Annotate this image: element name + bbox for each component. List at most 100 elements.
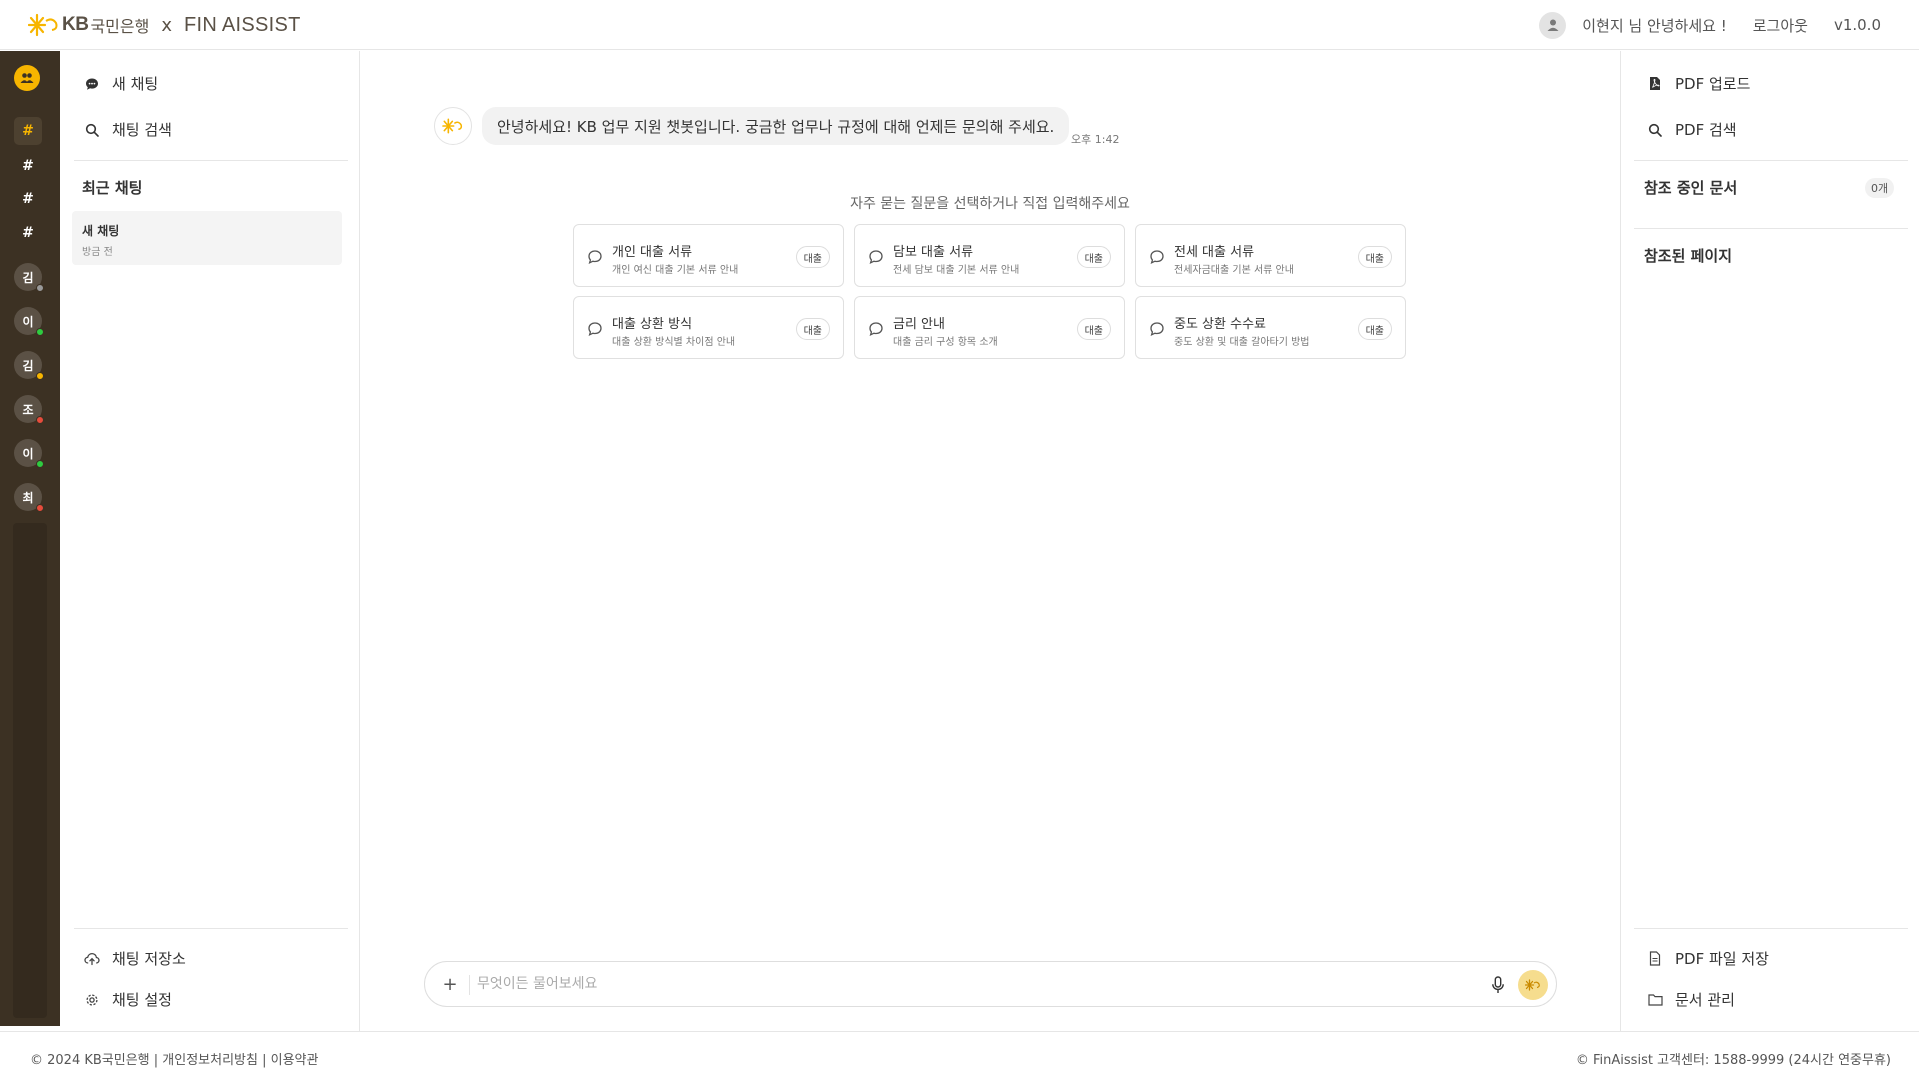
app-logo[interactable]: KB 국민은행 x FIN AISSIST	[28, 12, 301, 38]
rail-user-avatar[interactable]: 이	[14, 307, 44, 336]
presence-status-dot	[36, 460, 44, 468]
faq-title: 전세 대출 서류	[1174, 245, 1255, 260]
rail-user-avatar[interactable]: 이	[14, 439, 44, 468]
rail-user-avatar[interactable]: 김	[14, 263, 44, 292]
search-chat-label: 채팅 검색	[112, 121, 172, 139]
rail-user-initial: 김	[22, 270, 34, 285]
rail-user-initial: 이	[22, 314, 34, 329]
user-greeting: 이현지 님 안녕하세요 !	[1582, 16, 1727, 35]
right-divider-1	[1634, 160, 1908, 161]
faq-card[interactable]: 금리 안내대출 금리 구성 항목 소개 대출	[854, 296, 1125, 359]
new-chat-label: 새 채팅	[112, 75, 159, 93]
channel-hash-2[interactable]: #	[14, 152, 42, 180]
left-divider-top	[74, 160, 348, 161]
rail-user-initial: 최	[22, 490, 34, 505]
channel-hash-4[interactable]: #	[14, 219, 42, 247]
rail-user-initial: 조	[22, 402, 34, 417]
logo-x-text: x	[161, 14, 172, 36]
faq-category-tag: 대출	[1076, 318, 1111, 340]
faq-card[interactable]: 중도 상환 수수료 중도 상환 및 대출 갈아타기 방법 대출	[1135, 296, 1406, 359]
pdf-search-button[interactable]: PDF 검색	[1647, 119, 1737, 140]
rail-user-avatar[interactable]: 최	[14, 483, 44, 512]
microphone-icon[interactable]	[1487, 973, 1509, 997]
rail-user-avatar[interactable]: 조	[14, 395, 44, 424]
chat-bubble-outline-icon	[869, 322, 883, 336]
faq-subtitle: 전세자금대출 기본 서류 안내	[1174, 265, 1294, 276]
chat-storage-button[interactable]: 채팅 저장소	[84, 948, 186, 969]
faq-subtitle: 중도 상환 및 대출 갈아타기 방법	[1174, 337, 1310, 348]
rail-user-avatar[interactable]: 김	[14, 351, 44, 380]
faq-prompt: 자주 묻는 질문을 선택하거나 직접 입력해주세요	[850, 196, 1130, 212]
rail-user-initial: 김	[22, 358, 34, 373]
search-icon	[84, 122, 100, 138]
new-chat-button[interactable]: 새 채팅	[84, 73, 158, 94]
search-chat-button[interactable]: 채팅 검색	[84, 119, 172, 140]
presence-status-dot	[36, 504, 44, 512]
pdf-save-label: PDF 파일 저장	[1675, 950, 1769, 968]
footer-separator: |	[257, 1053, 271, 1068]
presence-status-dot	[36, 284, 44, 292]
user-avatar-icon[interactable]	[1539, 11, 1567, 39]
rail-user-initial: 이	[22, 446, 34, 461]
logo-kb-text: KB	[62, 14, 89, 35]
version-label: v1.0.0	[1833, 16, 1881, 34]
pdf-file-icon	[1647, 76, 1663, 92]
message-composer: +	[424, 961, 1557, 1007]
message-input[interactable]	[477, 971, 1477, 997]
right-sidebar: PDF 업로드 PDF 검색 참조 중인 문서 0개 참조된 페이지 PDF 파…	[1620, 51, 1919, 1031]
faq-category-tag: 대출	[795, 246, 830, 268]
faq-title: 금리 안내	[893, 317, 945, 332]
faq-subtitle: 전세 담보 대출 기본 서류 안내	[893, 265, 1020, 276]
faq-subtitle: 개인 여신 대출 기본 서류 안내	[612, 265, 739, 276]
pdf-upload-button[interactable]: PDF 업로드	[1647, 73, 1750, 94]
user-area: 이현지 님 안녕하세요 ! 로그아웃 v1.0.0	[1539, 11, 1881, 39]
logout-button[interactable]: 로그아웃	[1753, 15, 1808, 36]
right-divider-2	[1634, 228, 1908, 229]
recent-chat-time: 방금 전	[82, 247, 113, 258]
cloud-upload-icon	[84, 951, 100, 967]
kb-star-icon	[28, 13, 58, 37]
chat-bubble-outline-icon	[588, 250, 602, 264]
channel-hash-3[interactable]: #	[14, 185, 42, 213]
app-header: KB 국민은행 x FIN AISSIST 이현지 님 안녕하세요 ! 로그아웃…	[0, 0, 1919, 50]
faq-category-tag: 대출	[1357, 318, 1392, 340]
doc-manage-label: 문서 관리	[1675, 991, 1735, 1009]
footer-copyright: © 2024 KB국민은행	[30, 1053, 150, 1068]
faq-card[interactable]: 개인 대출 서류 개인 여신 대출 기본 서류 안내 대출	[573, 224, 844, 287]
chat-bubble-outline-icon	[588, 322, 602, 336]
recent-chat-title: 새 채팅	[82, 224, 120, 238]
presence-status-dot	[36, 328, 44, 336]
logo-product-text: FIN AISSIST	[184, 13, 301, 36]
faq-card[interactable]: 전세 대출 서류 전세자금대출 기본 서류 안내 대출	[1135, 224, 1406, 287]
chat-bubble-outline-icon	[869, 250, 883, 264]
recent-chat-item[interactable]: 새 채팅 방금 전	[72, 211, 342, 265]
presence-status-dot	[36, 416, 44, 424]
faq-card[interactable]: 담보 대출 서류 전세 담보 대출 기본 서류 안내 대출	[854, 224, 1125, 287]
chat-settings-button[interactable]: 채팅 설정	[84, 989, 172, 1010]
rail-scroll-area	[13, 523, 47, 1018]
terms-link[interactable]: 이용약관	[271, 1053, 319, 1068]
chat-bubble-outline-icon	[1150, 250, 1164, 264]
channel-hash-1[interactable]: #	[14, 117, 42, 145]
ref-docs-heading: 참조 중인 문서	[1644, 179, 1738, 197]
kb-send-icon	[1525, 979, 1540, 991]
privacy-policy-link[interactable]: 개인정보처리방침	[162, 1053, 258, 1068]
pdf-save-button[interactable]: PDF 파일 저장	[1647, 948, 1769, 969]
pdf-upload-label: PDF 업로드	[1675, 75, 1751, 93]
search-icon	[1647, 122, 1663, 138]
logo-bank-text: 국민은행	[90, 17, 150, 36]
faq-category-tag: 대출	[1076, 246, 1111, 268]
left-divider-bottom	[74, 928, 348, 929]
right-divider-bottom	[1634, 928, 1908, 929]
send-button[interactable]	[1518, 970, 1548, 1000]
doc-manage-button[interactable]: 문서 관리	[1647, 989, 1735, 1010]
ref-pages-heading: 참조된 페이지	[1644, 247, 1733, 265]
chat-main: 안녕하세요! KB 업무 지원 챗봇입니다. 궁금한 업무나 규정에 대해 언제…	[360, 51, 1620, 1031]
document-icon	[1647, 951, 1663, 967]
faq-category-tag: 대출	[795, 318, 830, 340]
bot-message-bubble: 안녕하세요! KB 업무 지원 챗봇입니다. 궁금한 업무나 규정에 대해 언제…	[482, 107, 1070, 145]
faq-card[interactable]: 대출 상환 방식 대출 상환 방식별 차이점 안내 대출	[573, 296, 844, 359]
team-icon[interactable]	[14, 65, 40, 91]
faq-subtitle: 대출 금리 구성 항목 소개	[893, 337, 998, 348]
attach-plus-button[interactable]: +	[439, 973, 461, 995]
